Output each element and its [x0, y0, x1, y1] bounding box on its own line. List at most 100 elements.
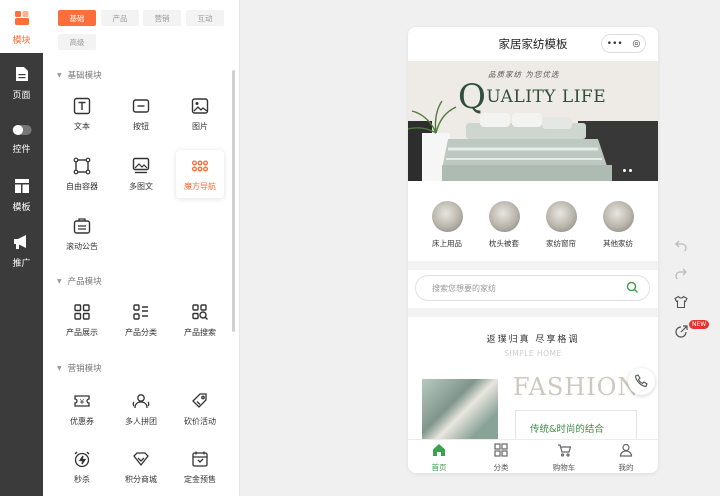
tabbar-item-category[interactable]: 分类	[470, 443, 532, 473]
user-icon	[619, 443, 633, 460]
caret-down-icon: ▼	[57, 364, 62, 372]
tabbar-item-mine[interactable]: 我的	[595, 443, 657, 473]
search-input[interactable]: 搜索您想要的家纺	[415, 275, 650, 301]
comp-presale-label: 定金预售	[184, 475, 216, 484]
comp-bargain-label: 砍价活动	[184, 417, 216, 426]
undo-icon	[675, 239, 687, 254]
phone-header: 家居家纺模板 ••• ◎	[408, 27, 658, 61]
more-icon[interactable]: •••	[607, 39, 623, 49]
tab-interactive[interactable]: 互动	[186, 10, 224, 26]
category-thumb	[545, 201, 577, 232]
cart-icon	[557, 443, 572, 460]
page-title: 家居家纺模板	[498, 37, 568, 51]
undo-button[interactable]	[672, 237, 690, 255]
comp-product-display[interactable]: 产品展示	[58, 296, 106, 344]
comp-bargain[interactable]: 砍价活动	[176, 385, 224, 433]
tabbar-item-home[interactable]: 首页	[408, 443, 470, 473]
banner-title-initial: Q	[458, 77, 487, 117]
category-label: 床上用品	[432, 239, 462, 248]
tabbar-label: 我的	[618, 463, 634, 472]
rail-item-template[interactable]: 模板	[0, 178, 43, 213]
container-icon	[72, 156, 92, 176]
redo-button[interactable]	[672, 265, 690, 283]
flash-sale-icon	[72, 449, 92, 469]
comp-button-label: 按钮	[133, 122, 149, 131]
comp-group-buy[interactable]: 多人拼团	[117, 385, 165, 433]
search-icon[interactable]	[626, 281, 639, 296]
comp-multi-image[interactable]: 多图文	[117, 150, 165, 198]
comp-coupon[interactable]: ¥ 优惠券	[58, 385, 106, 433]
comp-multi-image-label: 多图文	[129, 182, 153, 191]
comp-container[interactable]: 自由容器	[58, 150, 106, 198]
tab-product[interactable]: 产品	[101, 10, 139, 26]
caret-down-icon: ▼	[57, 277, 62, 285]
tab-basic[interactable]: 基础	[58, 10, 96, 26]
group-buy-icon	[131, 391, 151, 411]
phone-icon	[634, 373, 648, 390]
category-item-pillow[interactable]: 枕头被套	[474, 201, 534, 249]
product-search-icon	[190, 302, 210, 322]
category-thumb	[488, 201, 520, 232]
divider	[408, 261, 658, 270]
close-circle-icon[interactable]: ◎	[632, 39, 640, 49]
phone-preview: 家居家纺模板 ••• ◎ 品质家纺 为您优选 QUALITY LIFE 床上用品…	[408, 27, 658, 473]
carousel-dots[interactable]	[623, 169, 632, 172]
comp-cube-nav[interactable]: 魔方导航	[176, 150, 224, 198]
category-item-curtain[interactable]: 家纺窗帘	[531, 201, 591, 249]
rail-label-control: 控件	[12, 145, 31, 155]
comp-button[interactable]: 按钮	[117, 90, 165, 138]
share-button[interactable]	[672, 324, 690, 342]
comp-notice[interactable]: 滚动公告	[58, 210, 106, 258]
shirt-icon	[674, 295, 688, 312]
section-title-basic[interactable]: ▼ 基础模块	[57, 69, 102, 81]
left-rail: 模块 页面 控件 模板 推广	[0, 0, 43, 496]
comp-coupon-label: 优惠券	[70, 417, 94, 426]
section-title-product[interactable]: ▼ 产品模块	[57, 275, 102, 287]
rail-item-promote[interactable]: 推广	[0, 234, 43, 269]
comp-points-mall[interactable]: 积分商城	[117, 443, 165, 491]
phone-call-button[interactable]	[628, 368, 655, 395]
comp-product-search[interactable]: 产品搜索	[176, 296, 224, 344]
miniapp-capsule[interactable]: ••• ◎	[601, 34, 646, 53]
comp-image[interactable]: 图片	[176, 90, 224, 138]
rail-label-page: 页面	[12, 91, 31, 101]
button-icon	[131, 96, 151, 116]
fashion-heading: FASHION	[513, 373, 640, 401]
comp-presale[interactable]: 定金预售	[176, 443, 224, 491]
search-placeholder: 搜索您想要的家纺	[432, 283, 496, 293]
panel-scrollbar[interactable]	[232, 70, 235, 332]
banner[interactable]: 品质家纺 为您优选 QUALITY LIFE	[408, 61, 658, 181]
category-thumb	[602, 201, 634, 232]
comp-flash-sale-label: 秒杀	[74, 475, 90, 484]
comp-image-label: 图片	[192, 122, 208, 131]
comp-flash-sale[interactable]: 秒杀	[58, 443, 106, 491]
share-icon	[674, 324, 688, 342]
grid-dots-icon	[190, 156, 210, 176]
home-icon	[432, 443, 446, 460]
tabbar-item-cart[interactable]: 购物车	[533, 443, 595, 473]
category-item-bedding[interactable]: 床上用品	[417, 201, 477, 249]
category-icon	[494, 443, 508, 460]
fashion-caption: 传统&时尚的结合	[530, 424, 604, 435]
tab-advanced[interactable]: 高级	[58, 34, 96, 50]
comp-text[interactable]: 文本	[58, 90, 106, 138]
points-mall-icon	[131, 449, 151, 469]
rail-item-module[interactable]: 模块	[0, 0, 43, 53]
rail-item-page[interactable]: 页面	[0, 66, 43, 101]
section-title-marketing[interactable]: ▼ 营销模块	[57, 362, 102, 374]
comp-product-category[interactable]: 产品分类	[117, 296, 165, 344]
notice-icon	[72, 216, 92, 236]
rail-item-control[interactable]: 控件	[0, 124, 43, 155]
comp-container-label: 自由容器	[66, 182, 98, 191]
slogan: 返璞归真 尽享格调	[486, 335, 580, 345]
presale-icon	[190, 449, 210, 469]
comp-points-mall-label: 积分商城	[125, 475, 157, 484]
tabbar-label: 分类	[493, 463, 509, 472]
theme-button[interactable]	[672, 294, 690, 312]
comp-product-display-label: 产品展示	[66, 328, 98, 337]
tab-marketing[interactable]: 营销	[143, 10, 181, 26]
category-item-other[interactable]: 其他家纺	[588, 201, 648, 249]
comp-product-search-label: 产品搜索	[184, 328, 216, 337]
comp-text-label: 文本	[74, 122, 90, 131]
fashion-photo[interactable]	[422, 379, 498, 439]
